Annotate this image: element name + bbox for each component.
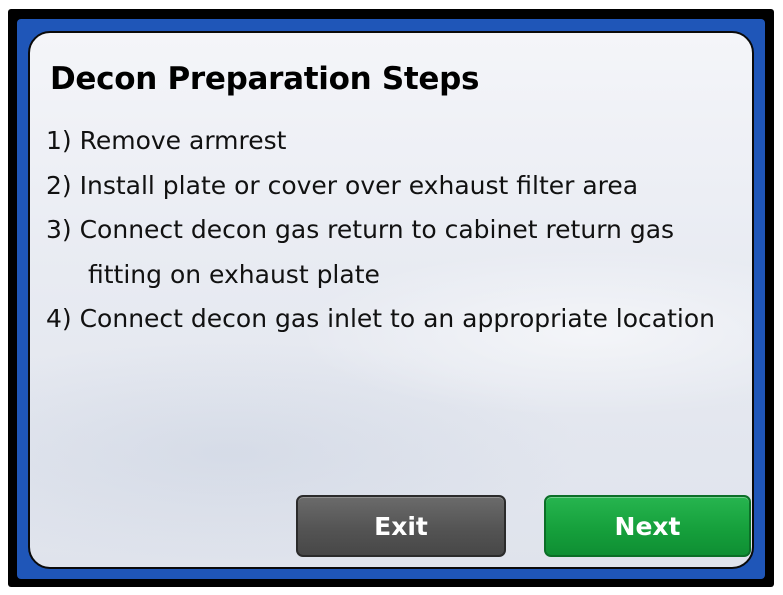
steps-list: 1) Remove armrest 2) Install plate or co… [46, 119, 736, 342]
step-4: 4) Connect decon gas inlet to an appropr… [46, 304, 716, 333]
step-2: 2) Install plate or cover over exhaust f… [46, 170, 639, 200]
decon-dialog: Decon Preparation Steps 1) Remove armres… [28, 31, 754, 569]
next-button-label: Next [614, 511, 681, 541]
exit-button-label: Exit [374, 511, 428, 541]
dialog-border: Decon Preparation Steps 1) Remove armres… [17, 19, 765, 579]
screen-frame: Decon Preparation Steps 1) Remove armres… [8, 9, 774, 587]
exit-button[interactable]: Exit [296, 495, 506, 557]
step-3: 3) Connect decon gas return to cabinet r… [46, 215, 675, 289]
next-button[interactable]: Next [544, 495, 751, 557]
step-1: 1) Remove armrest [46, 126, 287, 155]
dialog-title: Decon Preparation Steps [50, 61, 480, 97]
